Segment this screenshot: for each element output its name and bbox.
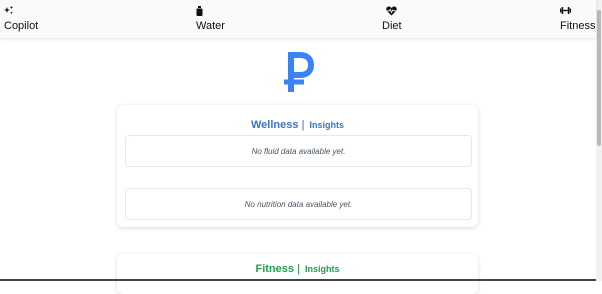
fitness-insights-card: Fitness | Insights: [117, 254, 478, 294]
wellness-title-text: Wellness: [251, 119, 299, 131]
title-separator: |: [301, 119, 305, 131]
fluid-data-panel: No fluid data available yet.: [125, 135, 472, 167]
nav-label-copilot: Copilot: [4, 20, 39, 32]
nav-label-diet: Diet: [382, 20, 402, 32]
title-separator: |: [297, 263, 300, 275]
ruble-logo-icon: [277, 52, 317, 92]
nav-item-water[interactable]: Water: [196, 6, 225, 34]
insights-label: Insights: [304, 264, 340, 274]
dumbbell-icon: [560, 6, 571, 17]
heart-pulse-icon: [386, 6, 397, 17]
nav-label-fitness: Fitness: [560, 20, 596, 32]
insights-label: Insights: [309, 120, 344, 130]
bottle-icon: [196, 6, 203, 17]
nav-item-diet[interactable]: Diet: [382, 6, 402, 34]
nutrition-data-panel: No nutrition data available yet.: [125, 188, 472, 220]
nav-item-fitness[interactable]: Fitness: [560, 6, 595, 34]
scrollbar-thumb[interactable]: [597, 10, 601, 146]
top-navigation: Copilot Water Diet Fitness: [0, 0, 596, 38]
fitness-title-text: Fitness: [255, 263, 294, 275]
nutrition-empty-message: No nutrition data available yet.: [244, 199, 353, 209]
nav-label-water: Water: [196, 20, 225, 32]
fluid-empty-message: No fluid data available yet.: [251, 146, 346, 156]
vertical-scrollbar[interactable]: [596, 0, 602, 281]
sparkles-icon: [4, 6, 14, 17]
fitness-card-title: Fitness | Insights: [117, 263, 478, 275]
nav-item-copilot[interactable]: Copilot: [4, 6, 38, 34]
wellness-insights-card: Wellness | Insights No fluid data availa…: [117, 105, 478, 227]
wellness-card-title: Wellness | Insights: [117, 119, 478, 131]
